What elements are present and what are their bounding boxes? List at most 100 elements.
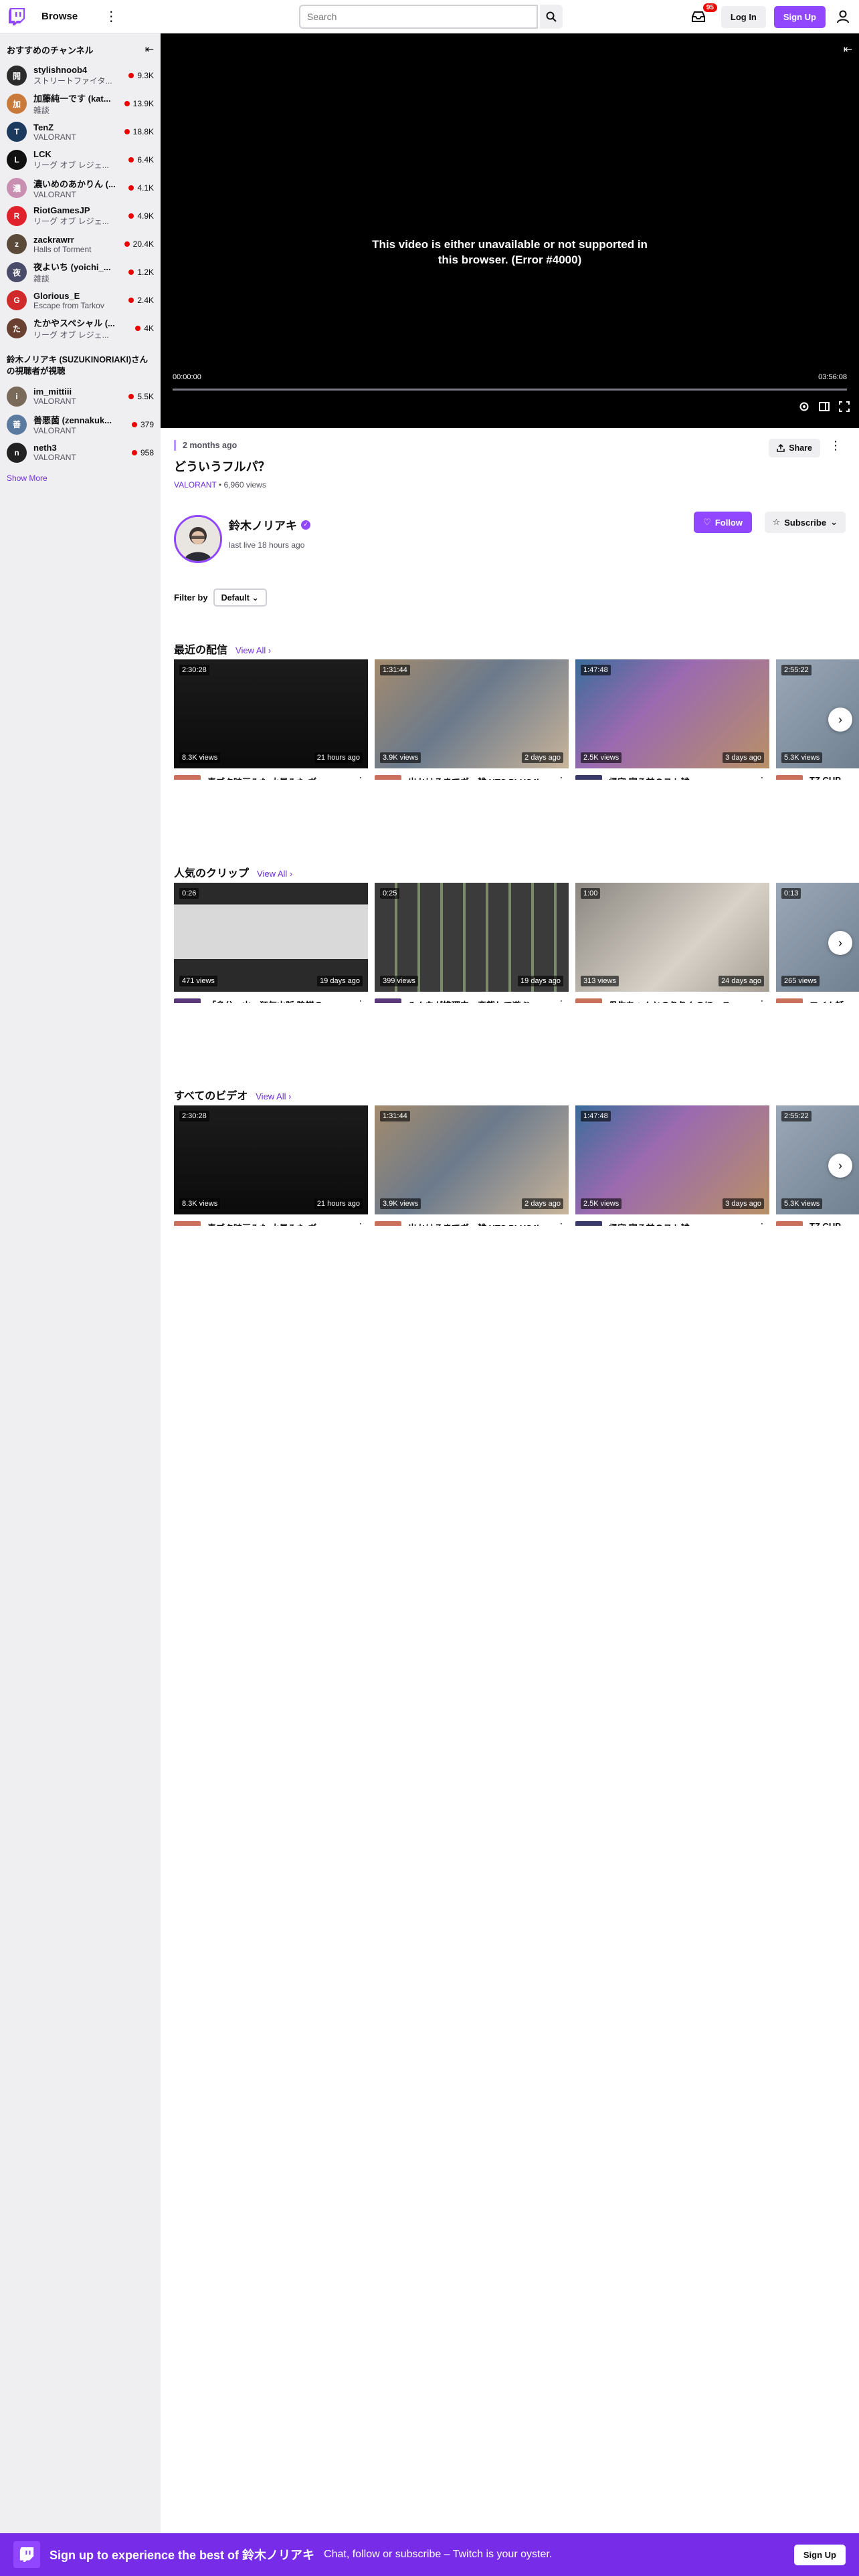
user-menu-icon[interactable] [834,7,852,26]
video-category-link[interactable]: VALORANT [174,480,217,490]
card-more-icon[interactable]: ⋮ [356,998,365,1003]
settings-gear-icon[interactable] [799,401,809,412]
video-card[interactable]: 2:30:28 8.3K views 21 hours ago 青ブタ映画みた 水星み… [174,659,368,780]
video-card-title[interactable]: 「多分、山」狂気山脈 陰謀の... [207,998,356,1003]
channel-avatar[interactable] [575,1221,602,1226]
video-thumbnail[interactable]: 0:25 399 views 19 days ago [375,883,569,992]
channel-avatar[interactable] [174,775,201,780]
channel-avatar: z [7,234,27,254]
video-card[interactable]: 1:00 313 views 24 days ago 丹生ちゃんとのりりんのほっこ..… [575,883,769,1003]
channel-avatar[interactable] [776,1221,803,1226]
filter-select[interactable]: Default ⌄ [213,588,267,607]
share-button[interactable]: Share [769,439,820,457]
age-badge: 19 days ago [518,976,563,986]
video-card[interactable]: 1:47:482.5K views3 days ago帰宅 寝る前のスト雑鈴木ノ… [575,1105,769,1226]
sidebar-channel[interactable]: L LCK リーグ オブ レジェ... 6.4K [0,146,161,174]
video-thumbnail[interactable]: 1:31:44 3.9K views 2 days ago [375,659,569,768]
card-more-icon[interactable]: ⋮ [356,1221,365,1226]
channel-name[interactable]: 鈴木ノリアキ ✓ [229,516,310,533]
theatre-mode-icon[interactable] [819,401,830,412]
sidebar-channel[interactable]: n neth3 VALORANT 958 [0,439,161,467]
channel-avatar[interactable] [575,998,602,1003]
more-menu-icon[interactable]: ⋮ [104,10,118,23]
video-thumbnail[interactable]: 2:30:28 8.3K views 21 hours ago [174,659,368,768]
channel-avatar[interactable] [174,998,201,1003]
sidebar-channel[interactable]: z zackrawrr Halls of Torment 20.4K [0,230,161,258]
channel-avatar[interactable] [575,775,602,780]
video-shelf: すべてのビデオ View All › 2:30:28 8.3K views 21 hou… [174,1087,859,1226]
video-card-title[interactable]: みんなが推理中、変態して遊ぶ... [408,998,557,1003]
sidebar-channel[interactable]: 濃濃いめのあかりん (... VALORANT 4.1K [0,174,161,202]
card-more-icon[interactable]: ⋮ [757,998,767,1003]
card-more-icon[interactable]: ⋮ [356,775,365,780]
follow-button[interactable]: ♡ Follow [694,512,752,533]
card-more-icon[interactable]: ⋮ [757,775,767,780]
sidebar-channel[interactable]: T TenZ VALORANT 18.8K [0,118,161,146]
search-input[interactable] [299,5,538,29]
video-card[interactable]: 1:47:482.5K views3 days ago帰宅 寝る前のスト雑鈴木ノ… [575,659,769,780]
sidebar-channel[interactable]: 夜夜よいち (yoichi_... 雑談 1.2K [0,258,161,286]
sidebar-channel[interactable]: 加加藤純一です (kat... 雑談 13.9K [0,90,161,118]
view-all-link[interactable]: View All › [256,1091,291,1101]
video-thumbnail[interactable]: 1:00 313 views 24 days ago [575,883,769,992]
video-card-title[interactable]: 出かけるまでヴァ雑 HTS PLUS4k [408,775,557,780]
card-more-icon[interactable]: ⋮ [757,1221,767,1226]
video-card-title[interactable]: 出かけるまでヴァ雑 HTS PLUS4k [408,1221,557,1226]
video-card-title[interactable]: 青ブタ映画みた 水星みた ヴァ... [207,1221,356,1226]
login-button[interactable]: Log In [721,5,766,28]
shelf-next-arrow-icon[interactable]: › [828,931,852,955]
inbox-button[interactable]: 95 [689,3,717,26]
sidebar-channel-category: VALORANT [33,397,76,407]
channel-avatar[interactable] [776,775,803,780]
video-card-title[interactable]: 帰宅 寝る前のスト雑 [609,1221,757,1226]
video-card-title[interactable]: TZ CUP [809,775,859,780]
video-card-title[interactable]: 帰宅 寝る前のスト雑 [609,775,757,780]
video-thumbnail[interactable]: 0:26 471 views 19 days ago [174,883,368,992]
video-player[interactable]: ⇤ This video is either unavailable or no… [161,33,859,428]
video-card[interactable]: 0:26 471 views 19 days ago 「多分、山」狂気山脈 陰謀の..… [174,883,368,1003]
view-all-link[interactable]: View All › [257,869,292,879]
view-all-link[interactable]: View All › [235,645,271,655]
channel-avatar[interactable] [174,515,222,563]
twitch-logo-icon[interactable] [7,7,27,27]
search-button[interactable] [540,5,563,29]
sidebar-channel[interactable]: i im_mittiii VALORANT 5.5K [0,383,161,411]
card-more-icon[interactable]: ⋮ [557,1221,566,1226]
sidebar-channel[interactable]: 閲 stylishnoob4 ストリートファイタ... 9.3K [0,62,161,90]
shelf-next-arrow-icon[interactable]: › [828,1154,852,1178]
video-card[interactable]: 1:31:44 3.9K views 2 days ago 出かけるまでヴァ雑 HTS… [375,659,569,780]
video-card[interactable]: 2:30:28 8.3K views 21 hours ago 青ブタ映画みた 水星み… [174,1105,368,1226]
banner-signup-button[interactable]: Sign Up [793,2544,846,2565]
video-more-icon[interactable]: ⋮ [830,439,842,453]
fullscreen-icon[interactable] [839,401,850,412]
card-more-icon[interactable]: ⋮ [557,775,566,780]
video-card-title[interactable]: TZ CUP [809,1221,859,1226]
sidebar-channel[interactable]: 善善悪菌 (zennakuk... VALORANT 379 [0,411,161,439]
video-thumbnail[interactable]: 1:47:48 2.5K views 3 days ago [575,659,769,768]
video-card[interactable]: 1:31:44 3.9K views 2 days ago 出かけるまでヴァ雑 HTS… [375,1105,569,1226]
channel-avatar[interactable] [375,1221,401,1226]
browse-link[interactable]: Browse [41,11,78,22]
shelf-next-arrow-icon[interactable]: › [828,708,852,732]
collapse-sidebar-icon[interactable]: ⇤ [145,43,154,56]
card-more-icon[interactable]: ⋮ [557,998,566,1003]
video-card-title[interactable]: エイム話 [809,998,859,1003]
show-more-link[interactable]: Show More [0,467,161,490]
video-card-title[interactable]: 青ブタ映画みた 水星みた ヴァ... [207,775,356,780]
signup-button[interactable]: Sign Up [773,5,826,28]
sidebar-channel[interactable]: たたかやスペシャル (... リーグ オブ レジェ... 4K [0,314,161,342]
channel-avatar[interactable] [375,998,401,1003]
expand-sidebar-icon[interactable]: ⇤ [844,43,852,56]
sidebar-channel[interactable]: G Glorious_E Escape from Tarkov 2.4K [0,286,161,314]
video-thumbnail[interactable]: 2:30:28 8.3K views 21 hours ago [174,1105,368,1214]
subscribe-button[interactable]: ☆ Subscribe ⌄ [764,512,846,533]
video-card-title[interactable]: 丹生ちゃんとのりりんのほっこ... [609,998,757,1003]
video-card[interactable]: 0:25 399 views 19 days ago みんなが推理中、変態して遊ぶ..… [375,883,569,1003]
sidebar-channel[interactable]: R RiotGamesJP リーグ オブ レジェ... 4.9K [0,202,161,230]
channel-avatar[interactable] [174,1221,201,1226]
channel-avatar[interactable] [776,998,803,1003]
seek-bar[interactable] [173,389,847,391]
video-thumbnail[interactable]: 1:31:44 3.9K views 2 days ago [375,1105,569,1214]
channel-avatar[interactable] [375,775,401,780]
video-thumbnail[interactable]: 1:47:48 2.5K views 3 days ago [575,1105,769,1214]
